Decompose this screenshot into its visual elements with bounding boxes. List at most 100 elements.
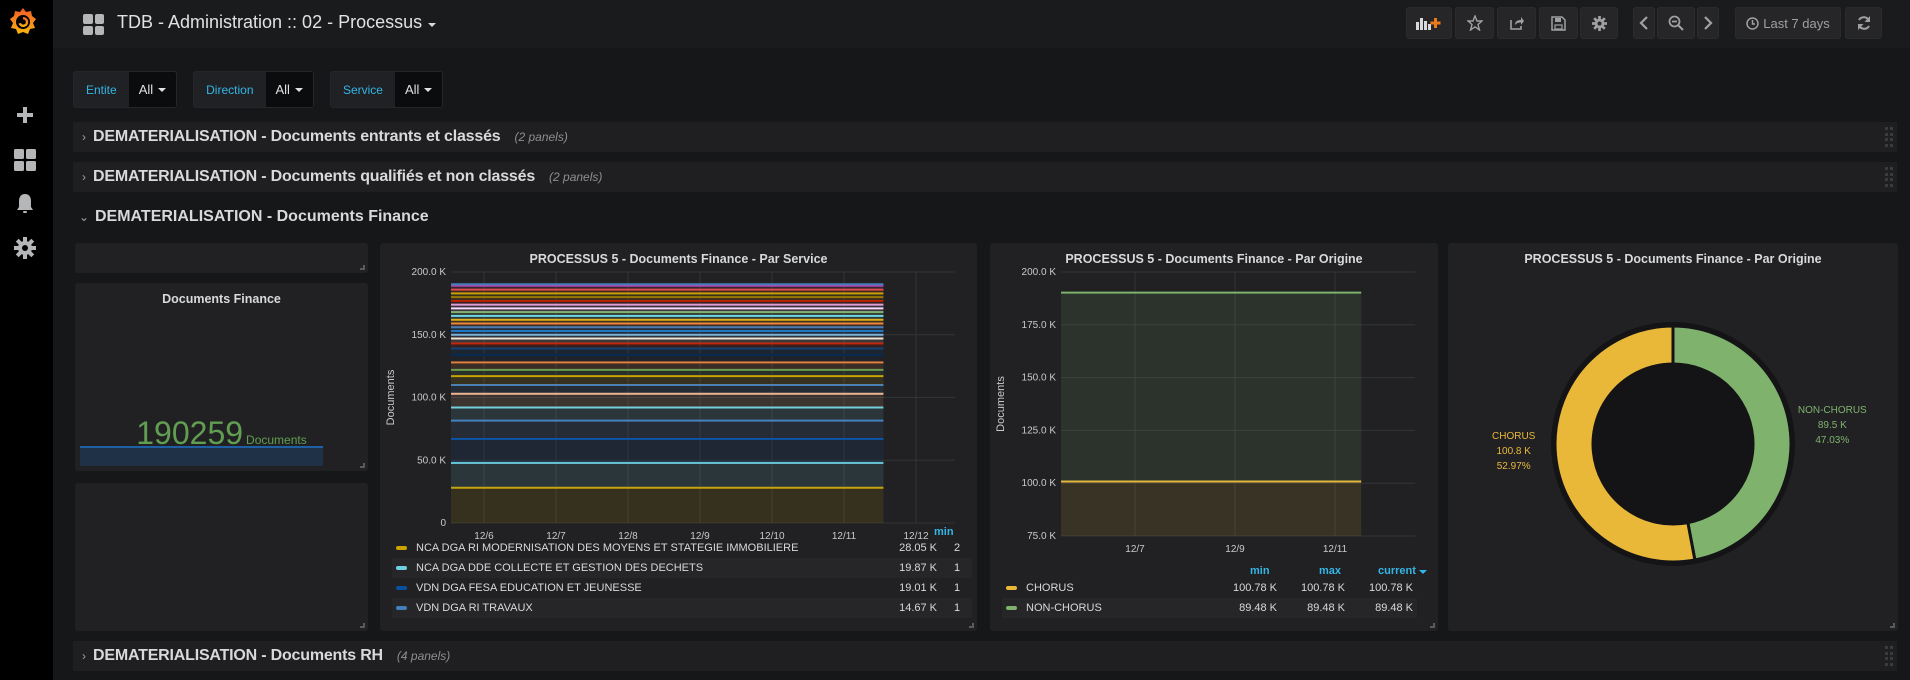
variable-service-select[interactable]: All	[394, 72, 443, 107]
chevron-right-icon: ›	[82, 170, 86, 184]
series-name: NCA DGA DDE COLLECTE ET GESTION DES DECH…	[416, 562, 704, 574]
par-origine-chart[interactable]: 75.0 K 100.0 K 125.0 K 150.0 K 175.0 K 200.0 …	[990, 268, 1438, 568]
variable-value: All	[404, 82, 420, 97]
legend-header-min[interactable]: min	[934, 526, 954, 538]
stack-area	[1061, 481, 1362, 536]
dashboard-row[interactable]: › DEMATERIALISATION - Documents entrants…	[73, 122, 1897, 152]
resize-handle-icon[interactable]	[1430, 623, 1435, 628]
variable-direction-select[interactable]: All	[265, 72, 313, 107]
legend-item[interactable]: NCA DGA DDE COLLECTE ET GESTION DES DECH…	[392, 558, 972, 578]
share-button[interactable]	[1497, 7, 1536, 39]
legend-item[interactable]: NCA DGA RI MODERNISATION DES MOYENS ET S…	[392, 538, 972, 558]
series-color-swatch[interactable]	[396, 546, 407, 550]
series-max: 100.78 K	[1300, 582, 1345, 594]
pie-label: 100.8 K	[1496, 446, 1531, 457]
y-axis-label: Documents	[995, 376, 1007, 432]
time-back-button[interactable]	[1633, 7, 1655, 39]
star-button[interactable]	[1455, 7, 1494, 39]
dashboards-icon	[14, 149, 36, 171]
graph-panel-par-origine: PROCESSUS 5 - Documents Finance - Par Or…	[990, 243, 1438, 631]
refresh-button[interactable]	[1845, 7, 1882, 39]
legend-item[interactable]: CHORUS 100.78 K 100.78 K 100.78 K	[1002, 578, 1417, 598]
y-tick-label: 100.0 K	[412, 393, 447, 404]
series-min: 14.67 K	[899, 602, 937, 614]
series-current: 89.48 K	[1375, 602, 1413, 614]
legend-header-max[interactable]: max	[1319, 565, 1341, 577]
legend-item[interactable]: VDN DGA FESA EDUCATION ET JEUNESSE 19.01…	[392, 578, 972, 598]
caret-down-icon	[294, 87, 303, 92]
stack-area	[451, 407, 884, 421]
side-menu	[0, 0, 53, 680]
drag-handle-icon[interactable]	[1885, 127, 1893, 147]
stat-unit: Documents	[246, 433, 307, 447]
plus-icon	[17, 107, 33, 123]
sidebar-item-dashboards[interactable]	[12, 147, 38, 173]
legend-item[interactable]: NON-CHORUS 89.48 K 89.48 K 89.48 K	[1002, 598, 1417, 618]
caret-down-icon	[428, 22, 437, 27]
sidebar-item-alerting[interactable]	[12, 191, 38, 217]
variable-service: Service All	[329, 71, 444, 108]
variable-label: Service	[330, 72, 395, 107]
resize-handle-icon[interactable]	[360, 623, 365, 628]
dashboard-row[interactable]: › DEMATERIALISATION - Documents RH (4 pa…	[73, 641, 1897, 671]
save-button[interactable]	[1539, 7, 1578, 39]
x-tick-label: 12/11	[1323, 544, 1348, 555]
y-tick-label: 200.0 K	[412, 268, 447, 278]
pie-label: CHORUS	[1492, 431, 1536, 442]
resize-handle-icon[interactable]	[969, 623, 974, 628]
dashboard-row[interactable]: › DEMATERIALISATION - Documents qualifié…	[73, 162, 1897, 192]
series-color-swatch[interactable]	[396, 606, 407, 610]
add-panel-button[interactable]	[1406, 7, 1452, 39]
row-title[interactable]: DEMATERIALISATION - Documents entrants e…	[93, 128, 501, 146]
resize-handle-icon[interactable]	[1890, 623, 1895, 628]
variable-entite-select[interactable]: All	[128, 72, 177, 107]
series-name: VDN DGA RI TRAVAUX	[416, 602, 533, 614]
variable-label: Entite	[74, 72, 129, 107]
drag-handle-icon[interactable]	[1885, 167, 1893, 187]
stack-area	[1061, 292, 1362, 482]
dashboard-row-expanded[interactable]: ⌄ DEMATERIALISATION - Documents Finance	[73, 204, 429, 230]
settings-button[interactable]	[1580, 7, 1618, 39]
series-color-swatch[interactable]	[1006, 586, 1017, 590]
stack-area	[451, 384, 884, 394]
resize-handle-icon[interactable]	[360, 265, 365, 270]
time-forward-button[interactable]	[1697, 7, 1719, 39]
series-name: NCA DGA RI MODERNISATION DES MOYENS ET S…	[416, 542, 799, 554]
stack-area	[451, 354, 884, 363]
row-title[interactable]: DEMATERIALISATION - Documents qualifiés …	[93, 168, 535, 186]
grafana-logo-icon[interactable]	[8, 6, 38, 38]
drag-handle-icon[interactable]	[1885, 646, 1893, 666]
series-next-col: 2	[954, 542, 961, 554]
clock-icon	[1746, 16, 1759, 30]
panel-title[interactable]: PROCESSUS 5 - Documents Finance - Par Se…	[380, 252, 977, 266]
series-color-swatch[interactable]	[1006, 606, 1017, 610]
resize-handle-icon[interactable]	[360, 463, 365, 468]
template-variables: Entite All Direction All Service All	[73, 71, 444, 108]
dashboard-title-dropdown[interactable]: TDB - Administration :: 02 - Processus	[117, 12, 437, 33]
y-tick-label: 175.0 K	[1022, 320, 1057, 331]
panel-title[interactable]: PROCESSUS 5 - Documents Finance - Par Or…	[1448, 252, 1898, 266]
row-panel-count: (4 panels)	[396, 649, 451, 663]
series-color-swatch[interactable]	[396, 566, 407, 570]
row-title[interactable]: DEMATERIALISATION - Documents Finance	[95, 208, 429, 226]
legend-header-current[interactable]: current	[1378, 565, 1427, 577]
y-tick-label: 100.0 K	[1022, 478, 1057, 489]
graph-panel-par-service: PROCESSUS 5 - Documents Finance - Par Se…	[380, 243, 977, 631]
row-title[interactable]: DEMATERIALISATION - Documents RH	[93, 647, 383, 665]
par-service-chart[interactable]: 050.0 K100.0 K150.0 K200.0 K12/6 12/7 12/8…	[380, 268, 977, 558]
time-picker-button[interactable]: Last 7 days	[1735, 7, 1841, 39]
chevron-right-icon	[1704, 16, 1713, 30]
y-tick-label: 75.0 K	[1027, 531, 1056, 542]
zoom-out-button[interactable]	[1657, 7, 1695, 39]
series-min: 89.48 K	[1239, 602, 1277, 614]
panel-title[interactable]: Documents Finance	[75, 292, 368, 306]
sidebar-item-configuration[interactable]	[12, 235, 38, 261]
legend-item[interactable]: VDN DGA RI TRAVAUX 14.67 K 1	[392, 598, 972, 618]
panel-title[interactable]: PROCESSUS 5 - Documents Finance - Par Or…	[990, 252, 1438, 266]
variable-value: All	[275, 82, 290, 97]
series-color-swatch[interactable]	[396, 586, 407, 590]
par-origine-pie[interactable]: NON-CHORUS 89.5 K 47.03% CHORUS 100.8 K 52.97…	[1448, 268, 1898, 628]
chevron-right-icon: ›	[82, 130, 86, 144]
legend-header-min[interactable]: min	[1250, 565, 1270, 577]
sidebar-item-create[interactable]	[12, 102, 38, 128]
